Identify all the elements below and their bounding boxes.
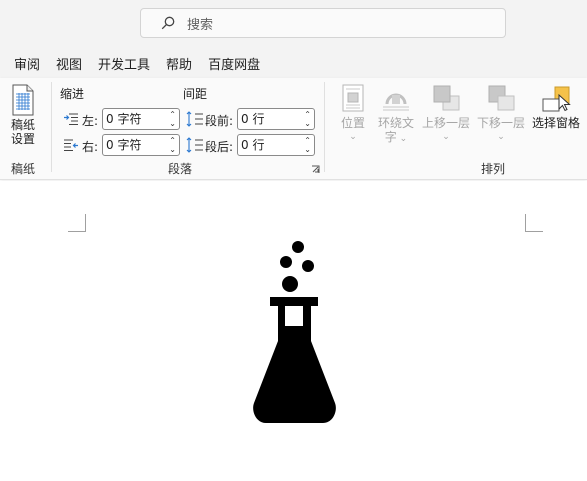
manuscript-paper-icon xyxy=(12,84,34,116)
right-indent-label: 右: xyxy=(82,140,99,154)
separator xyxy=(324,82,325,172)
flask-icon[interactable] xyxy=(250,239,340,425)
margin-corner-top-right xyxy=(525,214,543,232)
margin-corner-top-left xyxy=(68,214,86,232)
dialog-launcher-icon[interactable] xyxy=(311,165,320,174)
right-indent-value: 0 字符 xyxy=(106,138,142,152)
wrap-text-button[interactable]: 环绕文 字 ⌄ xyxy=(375,84,417,146)
ribbon-tabs: 审阅 视图 开发工具 帮助 百度网盘 xyxy=(0,48,587,78)
left-indent-label: 左: xyxy=(82,114,99,128)
chevron-down-icon: ⌄ xyxy=(396,134,408,144)
tab-review[interactable]: 审阅 xyxy=(14,54,40,73)
document-page[interactable] xyxy=(0,181,587,481)
send-backward-label: 下移一层 xyxy=(476,116,525,130)
search-box[interactable]: 搜索 xyxy=(140,8,506,38)
spacing-header: 间距 xyxy=(183,87,208,101)
tab-help[interactable]: 帮助 xyxy=(166,54,192,73)
right-indent-spinner[interactable]: 0 字符 ⌃ ⌄ xyxy=(102,134,180,156)
tab-view[interactable]: 视图 xyxy=(56,54,82,73)
search-placeholder: 搜索 xyxy=(187,17,214,33)
ribbon: 稿纸 设置 稿纸 缩进 间距 左: 0 字符 ⌃ ⌄ 右: 0 字符 ⌃ ⌄ 段前:… xyxy=(0,78,587,180)
spacing-after-label: 段后: xyxy=(205,140,234,154)
gaozhi-settings-button[interactable]: 稿纸 设置 xyxy=(6,84,40,146)
spacing-before-spinner[interactable]: 0 行 ⌃ ⌄ xyxy=(237,108,315,130)
spacing-before-icon xyxy=(186,111,203,127)
chevron-down-icon: ⌄ xyxy=(442,132,450,142)
wrap-text-label-line2-row: 字 ⌄ xyxy=(385,130,407,146)
chevron-down-icon: ⌄ xyxy=(349,132,357,142)
gaozhi-group-label: 稿纸 xyxy=(11,162,36,176)
indent-header: 缩进 xyxy=(60,87,85,101)
spinner-arrows[interactable]: ⌃ ⌄ xyxy=(169,110,176,128)
selection-pane-label: 选择窗格 xyxy=(531,116,580,130)
bring-forward-button[interactable]: 上移一层 ⌄ xyxy=(420,84,472,144)
position-icon xyxy=(342,84,364,112)
selection-pane-button[interactable]: 选择窗格 xyxy=(530,84,582,130)
wrap-text-label-line1: 环绕文 xyxy=(377,116,414,130)
left-indent-value: 0 字符 xyxy=(106,112,142,126)
spinner-arrows[interactable]: ⌃ ⌄ xyxy=(169,136,176,154)
spacing-before-value: 0 行 xyxy=(241,112,265,126)
position-label: 位置 xyxy=(340,116,365,130)
left-indent-spinner[interactable]: 0 字符 ⌃ ⌄ xyxy=(102,108,180,130)
paragraph-group-label: 段落 xyxy=(168,162,193,176)
chevron-down-icon: ⌄ xyxy=(497,132,505,142)
indent-left-icon xyxy=(64,113,78,125)
spacing-after-icon xyxy=(186,137,203,153)
position-button[interactable]: 位置 ⌄ xyxy=(337,84,369,144)
selection-pane-icon xyxy=(542,86,571,112)
spinner-arrows[interactable]: ⌃ ⌄ xyxy=(304,110,311,128)
tab-baidu-netdisk[interactable]: 百度网盘 xyxy=(208,54,260,73)
arrange-group-label: 排列 xyxy=(481,162,506,176)
tab-developer[interactable]: 开发工具 xyxy=(98,54,150,73)
spacing-before-label: 段前: xyxy=(205,114,234,128)
separator xyxy=(51,82,52,172)
gaozhi-label-line1: 稿纸 xyxy=(10,118,35,132)
wrap-text-label-line2: 字 xyxy=(384,130,397,144)
send-backward-button[interactable]: 下移一层 ⌄ xyxy=(475,84,527,144)
bring-forward-label: 上移一层 xyxy=(421,116,470,130)
bring-forward-icon xyxy=(433,85,460,111)
search-icon xyxy=(161,16,175,30)
gaozhi-label-line2: 设置 xyxy=(10,132,35,146)
title-bar: 搜索 xyxy=(0,0,587,48)
wrap-text-icon xyxy=(383,93,409,111)
spinner-arrows[interactable]: ⌃ ⌄ xyxy=(304,136,311,154)
spacing-after-value: 0 行 xyxy=(241,138,265,152)
spacing-after-spinner[interactable]: 0 行 ⌃ ⌄ xyxy=(237,134,315,156)
send-backward-icon xyxy=(488,85,515,111)
indent-right-icon xyxy=(64,139,78,151)
